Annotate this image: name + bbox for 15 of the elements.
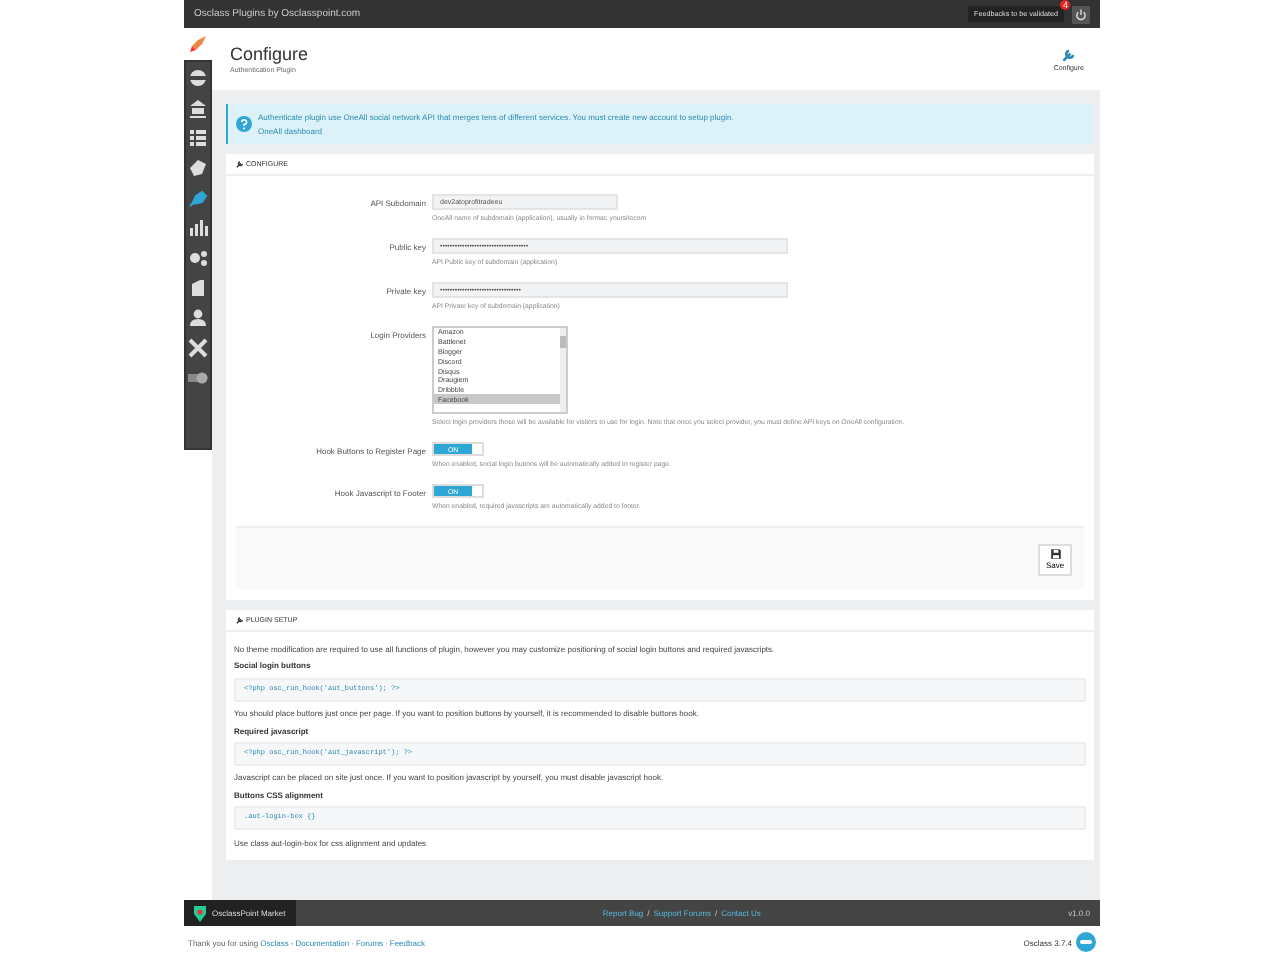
bank-icon[interactable]: [188, 98, 208, 118]
wrench-icon: [236, 160, 244, 168]
pages-icon[interactable]: [188, 278, 208, 298]
switch-icon[interactable]: [188, 368, 208, 388]
disk-icon[interactable]: [188, 68, 208, 88]
shield-icon: [194, 905, 206, 921]
help-icon: [236, 116, 252, 132]
wrench-icon: [236, 616, 244, 624]
bars-icon[interactable]: [188, 218, 208, 238]
power-icon[interactable]: [1072, 5, 1090, 23]
wrench-icon: [1061, 47, 1076, 61]
osclass-logo-icon: [1076, 932, 1096, 952]
page-title: Configure: [230, 44, 309, 64]
user-icon[interactable]: [188, 308, 208, 328]
list-icon[interactable]: [188, 128, 208, 148]
